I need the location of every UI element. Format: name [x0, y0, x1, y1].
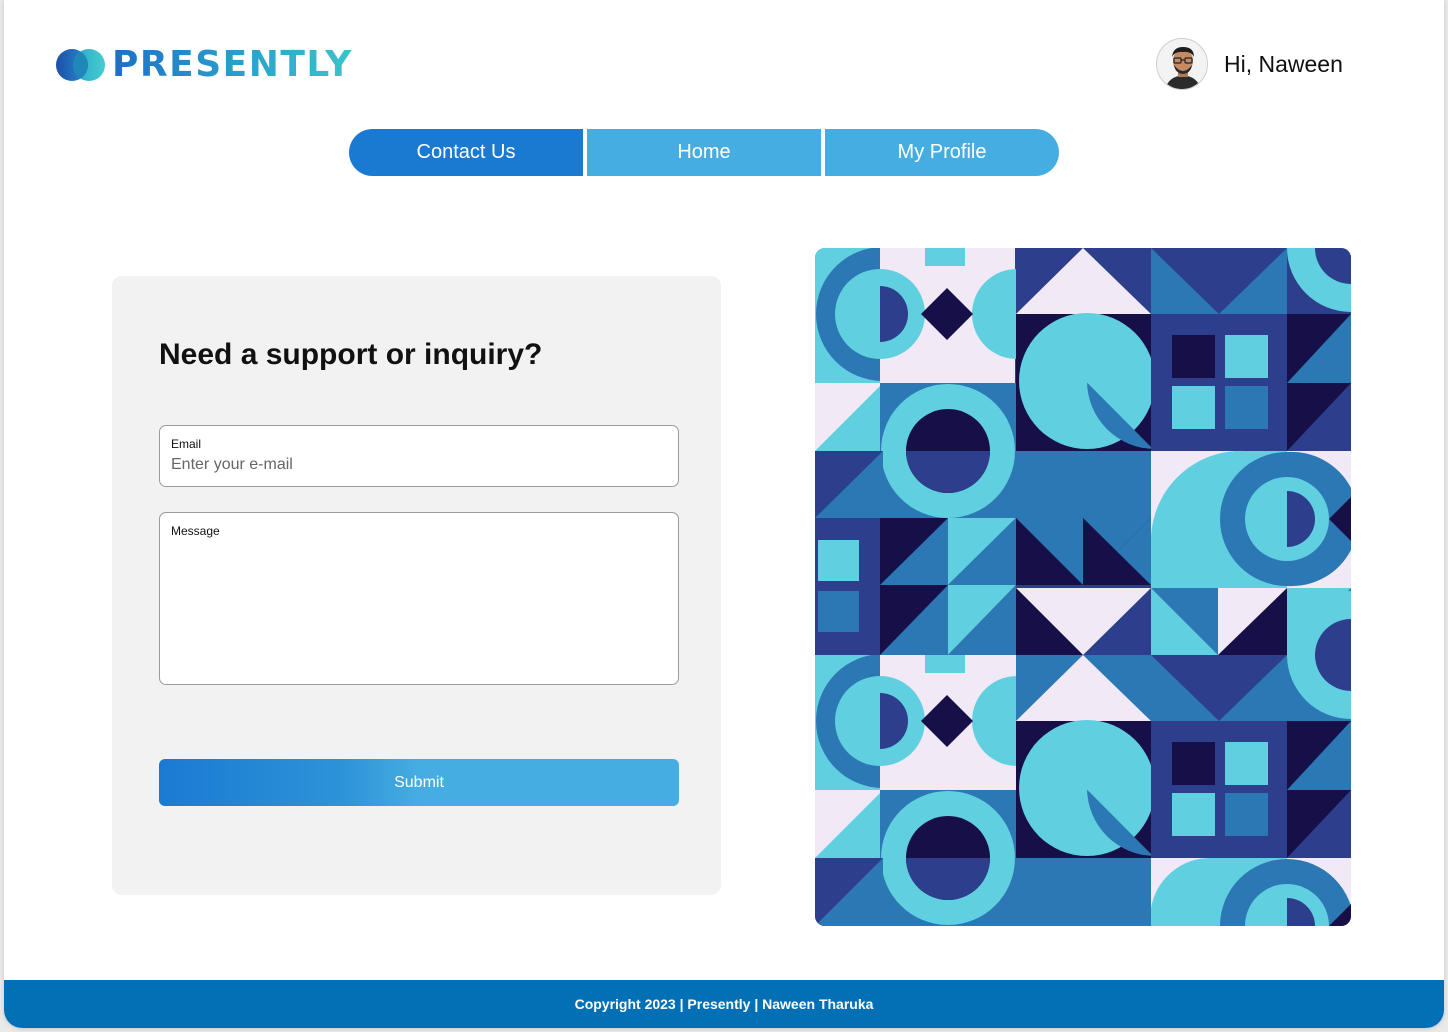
geometric-pattern-illustration — [815, 248, 1351, 926]
user-greeting: Hi, Naween — [1224, 50, 1343, 77]
form-title: Need a support or inquiry? — [159, 338, 543, 371]
submit-button[interactable]: Submit — [159, 759, 679, 806]
main-nav: Contact Us Home My Profile — [349, 129, 1059, 176]
message-label: Message — [171, 524, 220, 538]
person-avatar-icon — [1157, 39, 1207, 89]
email-input[interactable] — [171, 456, 666, 474]
contact-form-card: Need a support or inquiry? Email Message… — [112, 276, 721, 895]
user-menu[interactable]: Hi, Naween — [1156, 38, 1343, 90]
message-textarea[interactable] — [171, 543, 666, 673]
brand-name: PRESENTLY — [112, 44, 353, 85]
brand-logo[interactable]: PRESENTLY — [56, 44, 353, 85]
footer-copyright: Copyright 2023 | Presently | Naween Thar… — [574, 996, 874, 1012]
email-field[interactable]: Email — [159, 425, 679, 487]
overlapping-circles-logo-icon — [56, 48, 105, 81]
tab-home[interactable]: Home — [587, 129, 821, 176]
tab-my-profile[interactable]: My Profile — [825, 129, 1059, 176]
tab-contact-us[interactable]: Contact Us — [349, 129, 583, 176]
app-frame: PRESENTLY Hi, Naween Contact Us Home My … — [4, 0, 1444, 1028]
page-footer: Copyright 2023 | Presently | Naween Thar… — [4, 980, 1444, 1028]
message-field[interactable]: Message — [159, 512, 679, 685]
user-avatar[interactable] — [1156, 38, 1208, 90]
geometric-pattern-image — [815, 248, 1351, 926]
email-label: Email — [171, 437, 202, 451]
